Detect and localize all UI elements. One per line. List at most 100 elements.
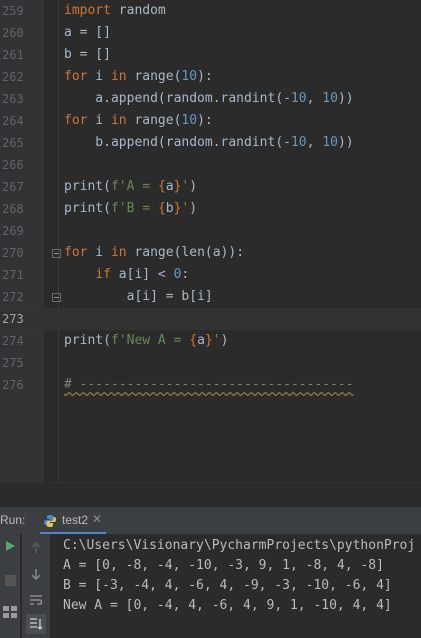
code-line[interactable]: 276 # ----------------------------------- bbox=[0, 374, 421, 396]
code-editor[interactable]: 259 import random 260 a = [] 261 b = [] 262 for… bbox=[0, 0, 421, 482]
code-token: 10 bbox=[322, 91, 338, 106]
code-token: a[i] < bbox=[110, 267, 174, 282]
run-label: Run: bbox=[0, 513, 26, 527]
code-text: # ----------------------------------- bbox=[64, 374, 354, 396]
soft-wrap-icon[interactable] bbox=[26, 590, 46, 610]
rerun-play-icon[interactable] bbox=[0, 536, 20, 556]
line-number: 266 bbox=[2, 158, 24, 172]
code-line[interactable]: 272 a[i] = b[i] bbox=[0, 286, 421, 308]
code-token: ) bbox=[220, 333, 229, 348]
code-token: ): bbox=[197, 69, 213, 84]
code-token: for bbox=[64, 69, 88, 84]
line-number: 264 bbox=[2, 114, 24, 128]
code-text: print(f'A = {a}') bbox=[64, 176, 197, 198]
code-token: in bbox=[110, 245, 127, 260]
arrow-up-icon[interactable] bbox=[26, 538, 46, 558]
code-token: print( bbox=[64, 333, 111, 348]
code-line[interactable]: 266 bbox=[0, 154, 421, 176]
line-number: 263 bbox=[2, 92, 24, 106]
code-line[interactable]: 267 print(f'A = {a}') bbox=[0, 176, 421, 198]
code-token: { bbox=[157, 179, 166, 194]
console-output-line: B = [-3, -4, 4, -6, 4, -9, -3, -10, -6, … bbox=[63, 578, 392, 593]
fold-toggle-icon[interactable] bbox=[52, 293, 61, 302]
code-line[interactable]: 269 bbox=[0, 220, 421, 242]
code-token: b.append(random.randint(- bbox=[64, 135, 291, 150]
code-text: b = [] bbox=[64, 44, 111, 66]
line-number: 275 bbox=[2, 356, 24, 370]
fold-toggle-icon[interactable] bbox=[52, 249, 61, 258]
code-text: for i in range(10): bbox=[64, 110, 213, 132]
code-token: import bbox=[64, 3, 111, 18]
code-token: range(len(a)): bbox=[126, 245, 245, 260]
code-line[interactable]: 273 bbox=[0, 308, 421, 330]
scroll-to-end-icon[interactable] bbox=[26, 614, 46, 634]
code-token: )) bbox=[337, 135, 354, 150]
arrow-down-icon[interactable] bbox=[26, 564, 46, 584]
code-token: 10 bbox=[290, 91, 307, 106]
code-line[interactable]: 265 b.append(random.randint(-10, 10)) bbox=[0, 132, 421, 154]
line-number: 265 bbox=[2, 136, 24, 150]
code-line[interactable]: 274 print(f'New A = {a}') bbox=[0, 330, 421, 352]
code-line[interactable]: 270 for i in range(len(a)): bbox=[0, 242, 421, 264]
stop-icon[interactable] bbox=[0, 570, 20, 590]
code-token: range( bbox=[126, 69, 182, 84]
code-token: b = [] bbox=[64, 47, 111, 62]
code-token: a bbox=[165, 179, 174, 194]
run-left-toolbar bbox=[0, 534, 20, 638]
code-line[interactable]: 260 a = [] bbox=[0, 22, 421, 44]
console-output-line: A = [0, -8, -4, -10, -3, 9, 1, -8, 4, -8… bbox=[63, 558, 384, 573]
console-output-line: C:\Users\Visionary\PycharmProjects\pytho… bbox=[63, 538, 416, 553]
code-token: 10 bbox=[181, 113, 198, 128]
run-tab-test2[interactable]: test2 ✕ bbox=[40, 507, 106, 535]
code-token: f'New A = bbox=[110, 333, 190, 348]
code-line[interactable]: 259 import random bbox=[0, 0, 421, 22]
line-number: 270 bbox=[2, 246, 24, 260]
code-token: f'A = bbox=[110, 179, 158, 194]
code-token: in bbox=[110, 113, 127, 128]
code-token: print( bbox=[64, 201, 111, 216]
line-number: 261 bbox=[2, 48, 24, 62]
code-token: f'B = bbox=[110, 201, 158, 216]
code-token: } bbox=[204, 333, 213, 348]
editor-run-splitter[interactable] bbox=[0, 482, 421, 507]
code-token: for bbox=[64, 113, 88, 128]
code-line[interactable]: 264 for i in range(10): bbox=[0, 110, 421, 132]
code-line[interactable]: 261 b = [] bbox=[0, 44, 421, 66]
code-token: print( bbox=[64, 179, 111, 194]
line-number: 260 bbox=[2, 26, 24, 40]
code-line[interactable]: 271 if a[i] < 0: bbox=[0, 264, 421, 286]
console-toolbar bbox=[22, 534, 50, 638]
code-line[interactable]: 275 bbox=[0, 352, 421, 374]
code-text: for i in range(len(a)): bbox=[64, 242, 244, 264]
code-token: a bbox=[197, 333, 205, 348]
code-token: if bbox=[95, 267, 111, 282]
code-token: )) bbox=[337, 91, 354, 106]
line-number: 276 bbox=[2, 378, 24, 392]
code-token: a[i] = b[i] bbox=[64, 289, 213, 304]
close-icon[interactable]: ✕ bbox=[92, 512, 102, 526]
line-number: 273 bbox=[2, 312, 24, 326]
line-number: 259 bbox=[2, 4, 24, 18]
code-token: for bbox=[64, 245, 88, 260]
code-token: , bbox=[306, 91, 323, 106]
code-text: for i in range(10): bbox=[64, 66, 213, 88]
layout-icon[interactable] bbox=[0, 602, 20, 622]
code-line[interactable]: 262 for i in range(10): bbox=[0, 66, 421, 88]
line-number: 271 bbox=[2, 268, 24, 282]
line-number: 267 bbox=[2, 180, 24, 194]
code-token: i bbox=[87, 245, 111, 260]
code-token: a = [] bbox=[64, 25, 111, 40]
code-text: print(f'B = {b}') bbox=[64, 198, 197, 220]
code-text: a.append(random.randint(-10, 10)) bbox=[64, 88, 354, 110]
code-text: print(f'New A = {a}') bbox=[64, 330, 228, 352]
code-token: { bbox=[189, 333, 198, 348]
console-output-line: New A = [0, -4, 4, -6, 4, 9, 1, -10, 4, … bbox=[63, 598, 392, 613]
code-token: { bbox=[157, 201, 166, 216]
code-line[interactable]: 268 print(f'B = {b}') bbox=[0, 198, 421, 220]
code-token: i bbox=[87, 113, 111, 128]
code-token: ) bbox=[189, 201, 198, 216]
code-token: a.append(random.randint(- bbox=[64, 91, 291, 106]
code-text: a[i] = b[i] bbox=[64, 286, 213, 308]
code-line[interactable]: 263 a.append(random.randint(-10, 10)) bbox=[0, 88, 421, 110]
